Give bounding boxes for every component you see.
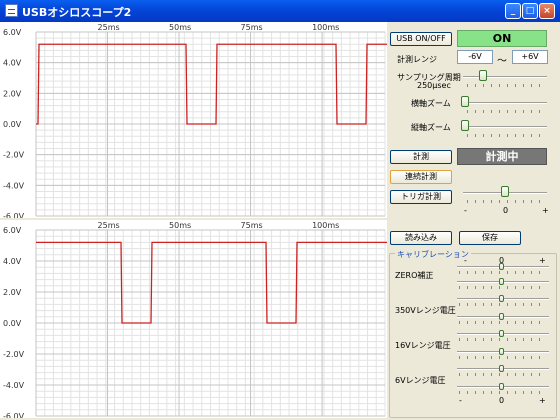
app-icon: [5, 4, 18, 17]
range6-label: 6Vレンジ電圧: [395, 376, 446, 385]
y-tick-label: -2.0V: [3, 350, 25, 359]
zero-correction-label: ZERO補正: [395, 271, 434, 280]
calibration-slider-thumb[interactable]: [499, 278, 504, 285]
measure-button[interactable]: 計測: [390, 150, 452, 164]
range-separator: 〜: [497, 56, 507, 67]
save-button[interactable]: 保存: [459, 231, 521, 245]
cal-top-plus: +: [539, 256, 546, 265]
calibration-slider-thumb[interactable]: [499, 330, 504, 337]
usb-status-indicator: ON: [457, 30, 547, 47]
sampling-slider-thumb[interactable]: [479, 70, 487, 81]
range350-label: 350Vレンジ電圧: [395, 306, 456, 315]
range-label: 計測レンジ: [397, 55, 437, 64]
range16-label: 16Vレンジ電圧: [395, 341, 451, 350]
cal-top-minus: -: [464, 256, 467, 265]
calibration-slider-ticks: [459, 271, 547, 274]
calibration-slider-thumb[interactable]: [499, 263, 504, 270]
x-tick-label: 75ms: [241, 221, 263, 230]
window-title: USBオシロスコープ2: [22, 6, 132, 19]
calibration-slider-ticks: [459, 303, 547, 306]
calibration-slider-thumb[interactable]: [499, 348, 504, 355]
vzoom-slider-track[interactable]: [463, 126, 547, 128]
load-button[interactable]: 読み込み: [390, 231, 452, 245]
calibration-slider-ticks: [459, 373, 547, 376]
y-tick-label: 4.0V: [3, 59, 22, 68]
x-tick-label: 25ms: [98, 221, 120, 230]
scope-top-plot: 6.0V 4.0V 2.0V 0.0V -2.0V -4.0V -6.0V 25ms 50ms 7…: [0, 22, 387, 218]
hzoom-slider-ticks: [467, 110, 545, 113]
maximize-button[interactable]: □: [522, 3, 538, 19]
sampling-value: 250µsec: [417, 81, 451, 90]
y-tick-label: -4.0V: [3, 181, 25, 190]
y-tick-label: -6.0V: [3, 412, 25, 418]
x-tick-label: 100ms: [312, 221, 339, 230]
cal-bottom-value: 0: [499, 396, 505, 405]
cal-bottom-minus: -: [459, 396, 462, 405]
x-tick-label: 75ms: [241, 23, 263, 32]
calibration-title: キャリブレーション: [395, 249, 471, 260]
calibration-slider-thumb[interactable]: [499, 295, 504, 302]
close-button[interactable]: ×: [539, 3, 555, 19]
hzoom-slider-track[interactable]: [463, 102, 547, 104]
trigger-plus-label: +: [542, 206, 549, 215]
y-tick-label: 6.0V: [3, 28, 22, 37]
trigger-minus-label: -: [464, 206, 467, 215]
range-max-field[interactable]: +6V: [512, 50, 548, 64]
x-tick-label: 50ms: [169, 23, 191, 32]
trigger-value-label: 0: [503, 206, 509, 215]
y-tick-label: 4.0V: [3, 257, 22, 266]
usb-onoff-button[interactable]: USB ON/OFF: [390, 32, 452, 46]
trigger-slider-ticks: [467, 200, 545, 203]
vzoom-slider-ticks: [467, 134, 545, 137]
calibration-slider-thumb[interactable]: [499, 365, 504, 372]
y-tick-label: 2.0V: [3, 288, 22, 297]
y-tick-label: 0.0V: [3, 319, 22, 328]
sampling-slider-ticks: [467, 84, 545, 87]
x-tick-label: 25ms: [98, 23, 120, 32]
continuous-measure-button[interactable]: 連続計測: [390, 170, 452, 184]
y-tick-label: 2.0V: [3, 89, 22, 98]
trigger-slider-thumb[interactable]: [501, 186, 509, 197]
y-tick-label: 0.0V: [3, 120, 22, 129]
calibration-slider-ticks: [459, 356, 547, 359]
hzoom-label: 横軸ズーム: [411, 99, 451, 108]
calibration-slider-ticks: [459, 286, 547, 289]
minimize-button[interactable]: _: [505, 3, 521, 19]
hzoom-slider-thumb[interactable]: [461, 96, 469, 107]
y-tick-label: 6.0V: [3, 226, 22, 235]
calibration-slider-ticks: [459, 391, 547, 394]
measure-status-indicator: 計測中: [457, 148, 547, 165]
trigger-measure-button[interactable]: トリガ計測: [390, 190, 452, 204]
y-tick-label: -6.0V: [3, 212, 25, 218]
y-tick-label: -2.0V: [3, 151, 25, 160]
calibration-slider-ticks: [459, 321, 547, 324]
sampling-slider-track[interactable]: [463, 76, 547, 78]
calibration-slider-ticks: [459, 338, 547, 341]
calibration-slider-thumb[interactable]: [499, 313, 504, 320]
cal-bottom-plus: +: [539, 396, 546, 405]
range-min-field[interactable]: -6V: [457, 50, 493, 64]
x-tick-label: 50ms: [169, 221, 191, 230]
title-bar: USBオシロスコープ2 _ □ ×: [0, 0, 560, 22]
x-tick-label: 100ms: [312, 23, 339, 32]
vzoom-label: 縦軸ズーム: [411, 123, 451, 132]
y-tick-label: -4.0V: [3, 381, 25, 390]
vzoom-slider-thumb[interactable]: [461, 120, 469, 131]
calibration-slider-thumb[interactable]: [499, 383, 504, 390]
scope-bottom-plot: 6.0V 4.0V 2.0V 0.0V -2.0V -4.0V -6.0V 25ms 50ms 7…: [0, 220, 387, 418]
control-panel: USB ON/OFF ON 計測レンジ -6V 〜 +6V サンプリング周期 2…: [387, 22, 560, 420]
